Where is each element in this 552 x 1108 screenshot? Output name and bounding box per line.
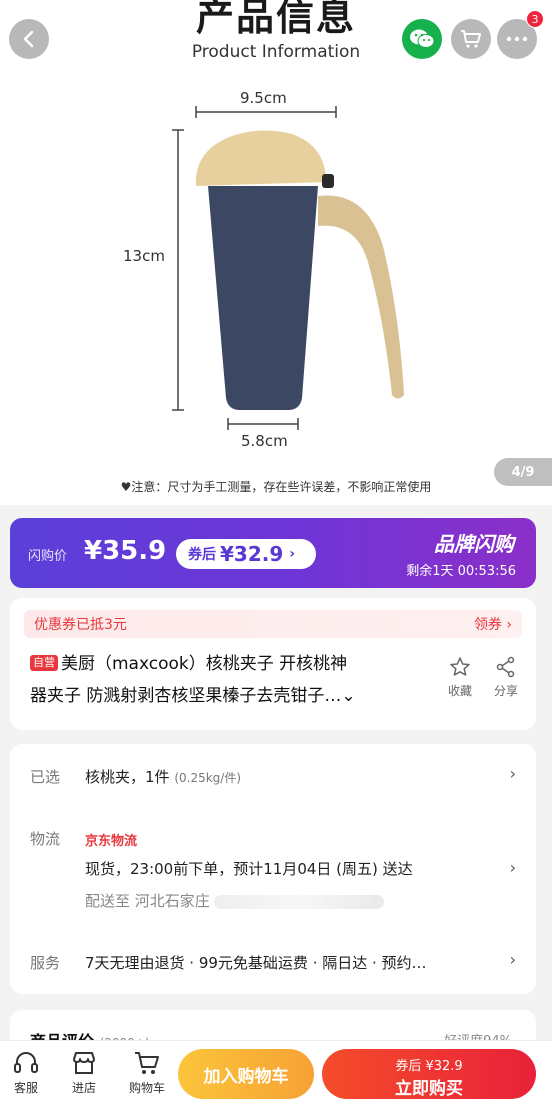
cart-icon bbox=[135, 1052, 159, 1074]
chevron-right-icon: › bbox=[509, 950, 516, 969]
service-label: 服务 bbox=[30, 954, 61, 972]
shipping-eta: 现货，23:00前下单，预计11月04日 (周五) 送达 bbox=[85, 860, 413, 878]
flash-sale-bar: 闪购价 ¥35.9 券后 ¥32.9 › 品牌闪购 剩余1天 00:53:56 bbox=[10, 518, 536, 588]
cart-icon bbox=[461, 30, 481, 48]
cart-nav-label: 购物车 bbox=[128, 1081, 165, 1095]
store-icon bbox=[73, 1052, 95, 1074]
dimension-width-label: 9.5cm bbox=[240, 89, 287, 107]
more-dots-icon bbox=[506, 36, 528, 42]
star-icon bbox=[450, 657, 470, 676]
buy-now-label: 立即购买 bbox=[395, 1079, 463, 1099]
cart-nav-button[interactable]: 购物车 bbox=[124, 1049, 170, 1096]
customer-service-button[interactable]: 客服 bbox=[6, 1049, 46, 1096]
coupon-bar[interactable]: 优惠券已抵3元 领券 › bbox=[24, 610, 522, 638]
purchase-details-card: 已选 核桃夹，1件 (0.25kg/件) › 物流 京东物流 现货，23:00前… bbox=[10, 744, 536, 994]
self-operated-tag: 自营 bbox=[30, 655, 58, 671]
share-icon bbox=[496, 656, 515, 678]
coupon-price: ¥32.9 bbox=[220, 542, 284, 566]
share-button[interactable]: 分享 bbox=[486, 656, 526, 699]
product-info-card: 优惠券已抵3元 领券 › 自营 美厨（maxcook）核桃夹子 开核桃神 器夹子 … bbox=[10, 598, 536, 730]
add-to-cart-button[interactable]: 加入购物车 bbox=[178, 1049, 314, 1099]
product-title-line1: 自营 美厨（maxcook）核桃夹子 开核桃神 bbox=[30, 650, 347, 678]
store-button[interactable]: 进店 bbox=[64, 1049, 104, 1096]
image-page-indicator: 4/9 bbox=[494, 458, 552, 486]
coupon-prefix: 券后 bbox=[188, 547, 216, 563]
flash-price-label: 闪购价 bbox=[28, 549, 68, 564]
address-blur bbox=[213, 894, 384, 909]
coupon-price-button[interactable]: 券后 ¥32.9 › bbox=[176, 539, 316, 569]
get-coupon-link[interactable]: 领券 › bbox=[474, 614, 512, 634]
countdown-timer: 剩余1天 00:53:56 bbox=[406, 564, 516, 579]
shipping-carrier: 京东物流 bbox=[85, 834, 138, 849]
measurement-note: ♥注意：尺寸为手工测量，存在些许误差，不影响正常使用 bbox=[120, 480, 432, 494]
chevron-right-icon: › bbox=[289, 546, 296, 562]
notification-badge: 3 bbox=[526, 10, 544, 28]
shipping-address-text: 配送至 河北石家庄 bbox=[85, 892, 210, 910]
product-title-line2[interactable]: 器夹子 防溅射剥杏核坚果榛子去壳钳子…⌄ bbox=[30, 682, 356, 710]
wechat-icon bbox=[410, 29, 435, 48]
headset-icon bbox=[14, 1052, 38, 1073]
product-photo bbox=[172, 106, 404, 430]
chevron-left-icon bbox=[23, 30, 34, 48]
share-label: 分享 bbox=[493, 684, 518, 698]
service-value: 7天无理由退货 · 99元免基础运费 · 隔日达 · 预约… bbox=[85, 954, 427, 972]
brand-flash-logo: 品牌闪购 bbox=[434, 532, 514, 556]
buy-coupon-price: 券后 ¥32.9 bbox=[395, 1059, 463, 1074]
bottom-action-bar: 客服 进店 购物车 加入购物车 券后 ¥32.9 立即购买 bbox=[0, 1040, 552, 1108]
selected-label: 已选 bbox=[30, 768, 61, 786]
favorite-button[interactable]: 收藏 bbox=[440, 656, 480, 699]
dimension-base-label: 5.8cm bbox=[241, 432, 288, 450]
chevron-right-icon: › bbox=[509, 858, 516, 877]
buy-now-button[interactable]: 券后 ¥32.9 立即购买 bbox=[322, 1049, 536, 1099]
favorite-label: 收藏 bbox=[447, 684, 472, 698]
flash-price: ¥35.9 bbox=[84, 536, 167, 566]
wechat-share-button[interactable] bbox=[402, 19, 442, 59]
selected-value-text: 核桃夹，1件 bbox=[85, 768, 170, 786]
cart-top-button[interactable] bbox=[451, 19, 491, 59]
back-button[interactable] bbox=[9, 19, 49, 59]
coupon-applied-text: 优惠券已抵3元 bbox=[34, 617, 127, 633]
chevron-right-icon: › bbox=[509, 764, 516, 783]
product-title-text1: 美厨（maxcook）核桃夹子 开核桃神 bbox=[61, 654, 348, 674]
dimension-height-label: 13cm bbox=[123, 247, 165, 265]
product-image-area[interactable]: 产品信息 Product Information 9.5cm 13cm 5.8c… bbox=[0, 0, 552, 505]
selected-value: 核桃夹，1件 (0.25kg/件) bbox=[85, 766, 241, 787]
customer-service-label: 客服 bbox=[13, 1081, 38, 1095]
shipping-label: 物流 bbox=[30, 830, 61, 848]
store-label: 进店 bbox=[71, 1081, 96, 1095]
selected-weight: (0.25kg/件) bbox=[174, 771, 242, 785]
shipping-address: 配送至 河北石家庄 bbox=[85, 890, 384, 911]
